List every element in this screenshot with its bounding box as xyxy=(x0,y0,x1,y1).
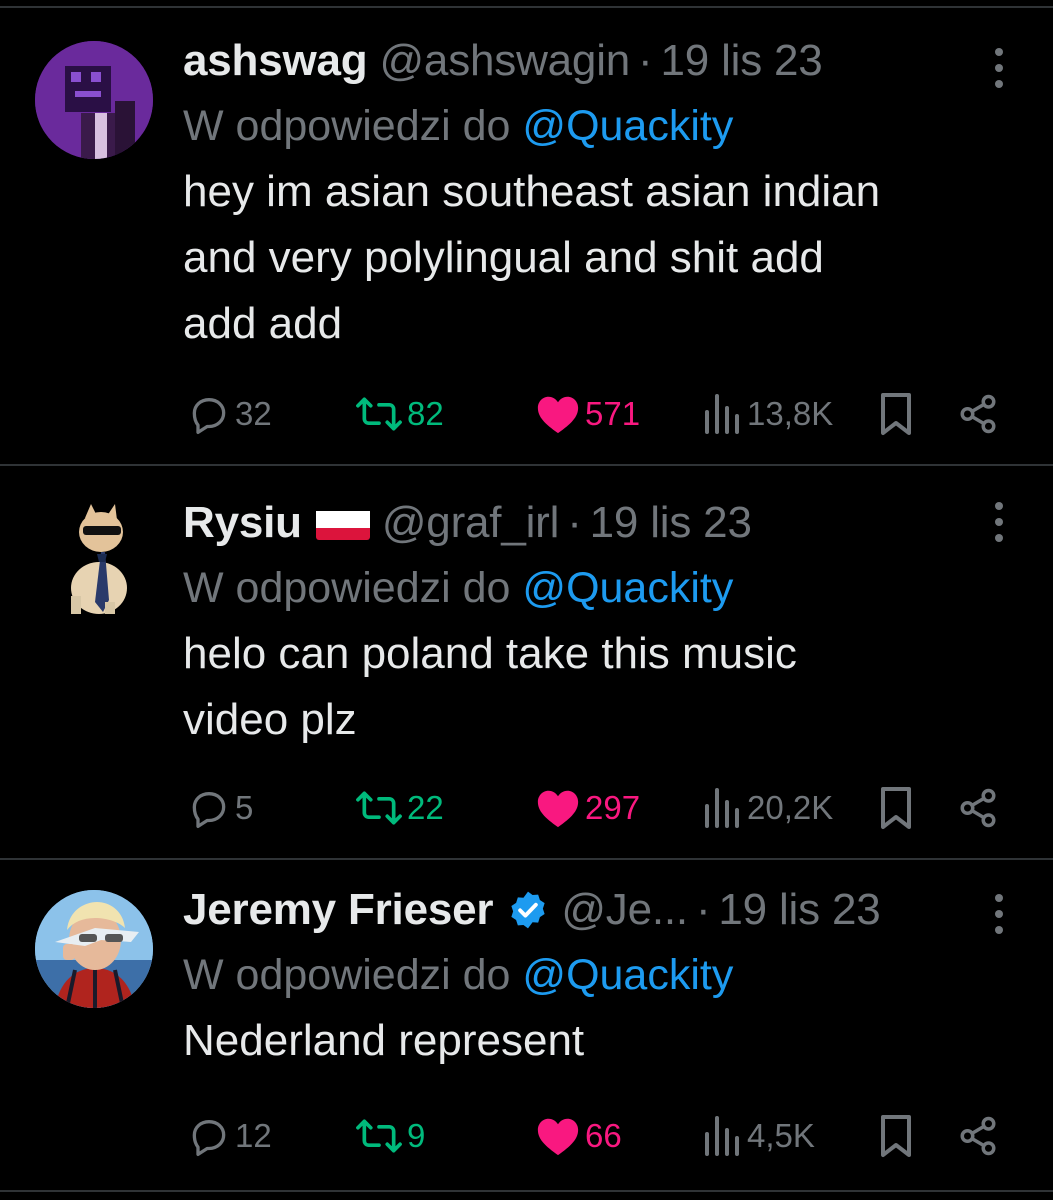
tweet-header: Rysiu @graf_irl · 19 lis 23 xyxy=(183,495,1013,551)
reply-button[interactable]: 5 xyxy=(187,784,253,832)
share-icon xyxy=(960,394,996,434)
reply-button[interactable]: 12 xyxy=(187,1112,272,1160)
more-options-icon[interactable] xyxy=(993,498,1005,546)
views-button[interactable]: 20,2K xyxy=(703,784,833,832)
share-icon xyxy=(960,1116,996,1156)
poland-flag-icon xyxy=(315,506,370,540)
bookmark-icon xyxy=(881,787,911,829)
author-name[interactable]: Rysiu xyxy=(183,498,302,548)
reply-count: 12 xyxy=(235,1117,272,1154)
like-count: 297 xyxy=(585,789,641,826)
views-chart-icon xyxy=(705,1116,739,1156)
tweet-item[interactable]: Jeremy Frieser @Je... · 19 lis 23 W odpo… xyxy=(0,860,1053,1190)
tweet-date[interactable]: 19 lis 23 xyxy=(661,36,823,86)
reply-mention-link[interactable]: @Quackity xyxy=(522,951,733,999)
heart-icon xyxy=(537,790,579,828)
more-options-icon[interactable] xyxy=(993,44,1005,92)
heart-icon xyxy=(537,396,579,434)
author-handle[interactable]: @Je... xyxy=(561,885,688,935)
bookmark-button[interactable] xyxy=(879,390,913,438)
views-chart-icon xyxy=(705,394,739,434)
reply-mention-link[interactable]: @Quackity xyxy=(522,102,733,150)
tweet-actions: 5 22 297 20,2K xyxy=(183,784,1013,832)
retweet-count: 22 xyxy=(407,789,444,826)
author-name[interactable]: ashswag xyxy=(183,36,368,86)
avatar-image xyxy=(35,41,153,159)
views-count: 20,2K xyxy=(747,789,834,826)
reply-prefix: W odpowiedzi do xyxy=(183,564,511,612)
bookmark-button[interactable] xyxy=(879,784,913,832)
share-button[interactable] xyxy=(957,390,999,438)
tweet-text-line: add add xyxy=(183,299,343,348)
retweet-count: 82 xyxy=(407,395,444,432)
bookmark-button[interactable] xyxy=(879,1112,913,1160)
tweet-actions: 12 9 66 4,5K xyxy=(183,1112,1013,1160)
separator-dot: · xyxy=(638,36,653,85)
tweet-text: hey im asian southeast asian indian and … xyxy=(183,159,1013,357)
reply-count: 5 xyxy=(235,789,254,826)
more-options-icon[interactable] xyxy=(993,890,1005,938)
retweet-icon xyxy=(356,791,402,825)
tweet-actions: 32 82 571 13,8K xyxy=(183,390,1013,438)
views-chart-icon xyxy=(705,788,739,828)
avatar[interactable] xyxy=(35,890,153,1008)
author-name[interactable]: Jeremy Frieser xyxy=(183,885,494,935)
reply-context: W odpowiedzi do @Quackity xyxy=(183,561,1013,615)
reply-count: 32 xyxy=(235,395,272,432)
retweet-button[interactable]: 9 xyxy=(355,1112,425,1160)
tweet-text-line: video plz xyxy=(183,695,357,744)
like-count: 571 xyxy=(585,395,641,432)
author-handle[interactable]: @ashswagin xyxy=(379,36,630,86)
reply-button[interactable]: 32 xyxy=(187,390,272,438)
tweet-item[interactable]: Rysiu @graf_irl · 19 lis 23 W odpowiedzi… xyxy=(0,466,1053,858)
share-button[interactable] xyxy=(957,784,999,832)
avatar-image xyxy=(71,504,127,614)
tweet-header: Jeremy Frieser @Je... · 19 lis 23 xyxy=(183,882,1013,938)
heart-icon xyxy=(537,1118,579,1156)
author-handle[interactable]: @graf_irl xyxy=(382,498,560,548)
verified-badge-icon xyxy=(507,889,549,931)
bookmark-icon xyxy=(881,393,911,435)
share-button[interactable] xyxy=(957,1112,999,1160)
reply-context: W odpowiedzi do @Quackity xyxy=(183,948,1013,1002)
like-button[interactable]: 297 xyxy=(535,784,640,832)
retweet-button[interactable]: 82 xyxy=(355,390,444,438)
avatar-image xyxy=(35,890,153,1008)
bottom-divider xyxy=(0,1190,1053,1192)
like-count: 66 xyxy=(585,1117,622,1154)
views-button[interactable]: 13,8K xyxy=(703,390,833,438)
tweet-text: Nederland represent xyxy=(183,1008,1013,1074)
tweet-date[interactable]: 19 lis 23 xyxy=(718,885,880,935)
tweet-text-line: and very polylingual and shit add xyxy=(183,233,824,282)
reply-icon xyxy=(192,1120,226,1156)
tweet-date[interactable]: 19 lis 23 xyxy=(590,498,752,548)
reply-icon xyxy=(192,792,226,828)
reply-context: W odpowiedzi do @Quackity xyxy=(183,99,1013,153)
tweet-header: ashswag @ashswagin · 19 lis 23 xyxy=(183,33,1013,89)
tweet-item[interactable]: ashswag @ashswagin · 19 lis 23 W odpowie… xyxy=(0,8,1053,464)
views-button[interactable]: 4,5K xyxy=(703,1112,815,1160)
like-button[interactable]: 571 xyxy=(535,390,640,438)
views-count: 4,5K xyxy=(747,1117,815,1154)
tweet-text-line: helo can poland take this music xyxy=(183,629,797,678)
tweet-text-line: Nederland represent xyxy=(183,1016,585,1065)
reply-mention-link[interactable]: @Quackity xyxy=(522,564,733,612)
like-button[interactable]: 66 xyxy=(535,1112,622,1160)
retweet-icon xyxy=(356,1119,402,1153)
tweet-text: helo can poland take this music video pl… xyxy=(183,621,1013,753)
reply-prefix: W odpowiedzi do xyxy=(183,102,511,150)
bookmark-icon xyxy=(881,1115,911,1157)
separator-dot: · xyxy=(695,885,711,934)
tweet-text-line: hey im asian southeast asian indian xyxy=(183,167,881,216)
separator-dot: · xyxy=(567,498,582,547)
reply-icon xyxy=(192,398,226,434)
reply-prefix: W odpowiedzi do xyxy=(183,951,511,999)
views-count: 13,8K xyxy=(747,395,834,432)
retweet-button[interactable]: 22 xyxy=(355,784,444,832)
retweet-icon xyxy=(356,397,402,431)
retweet-count: 9 xyxy=(407,1117,426,1154)
avatar[interactable] xyxy=(35,496,153,614)
share-icon xyxy=(960,788,996,828)
avatar[interactable] xyxy=(35,41,153,159)
